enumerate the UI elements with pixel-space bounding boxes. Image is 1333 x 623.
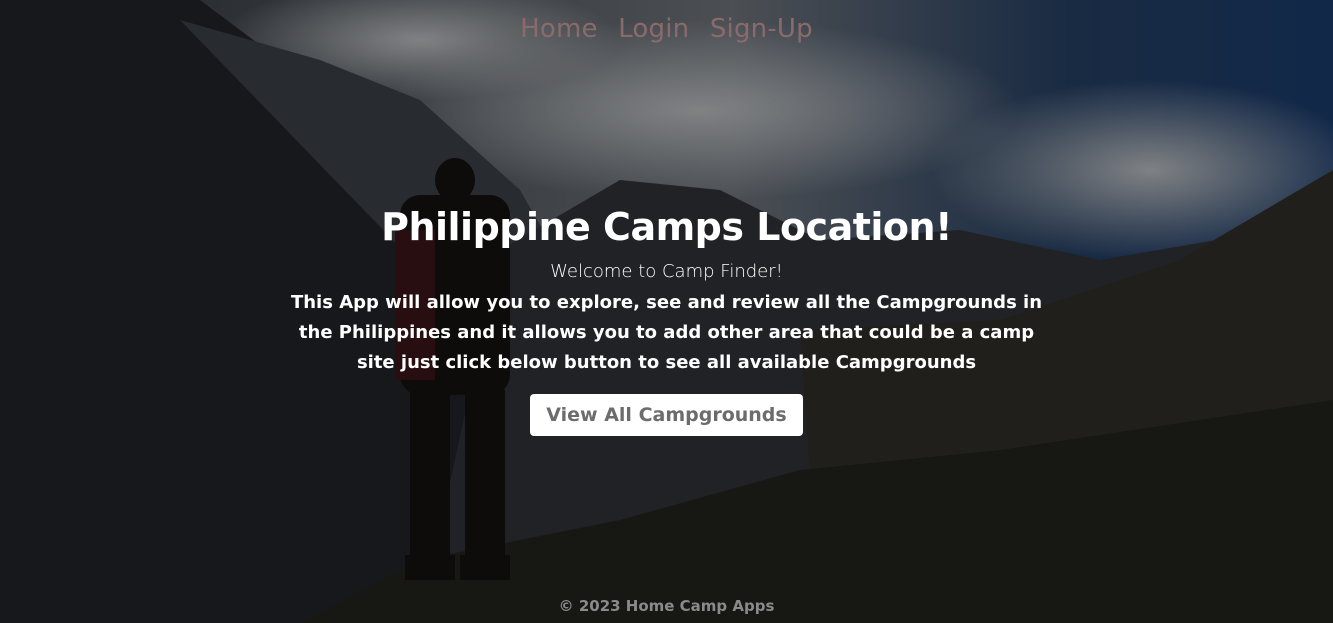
hero-section: Philippine Camps Location! Welcome to Ca… <box>0 205 1333 436</box>
nav-link-login[interactable]: Login <box>618 14 689 44</box>
footer-copyright: © 2023 Home Camp Apps <box>558 597 775 615</box>
app-description: This App will allow you to explore, see … <box>290 292 1043 373</box>
nav-link-home[interactable]: Home <box>520 14 598 44</box>
view-all-campgrounds-button[interactable]: View All Campgrounds <box>530 394 803 436</box>
nav-link-sign-up[interactable]: Sign-Up <box>710 14 813 44</box>
welcome-text: Welcome to Camp Finder! <box>550 261 783 282</box>
page-title: Philippine Camps Location! <box>381 205 952 249</box>
landing-page: Home Login Sign-Up Philippine Camps Loca… <box>0 0 1333 623</box>
top-navigation: Home Login Sign-Up <box>0 14 1333 44</box>
